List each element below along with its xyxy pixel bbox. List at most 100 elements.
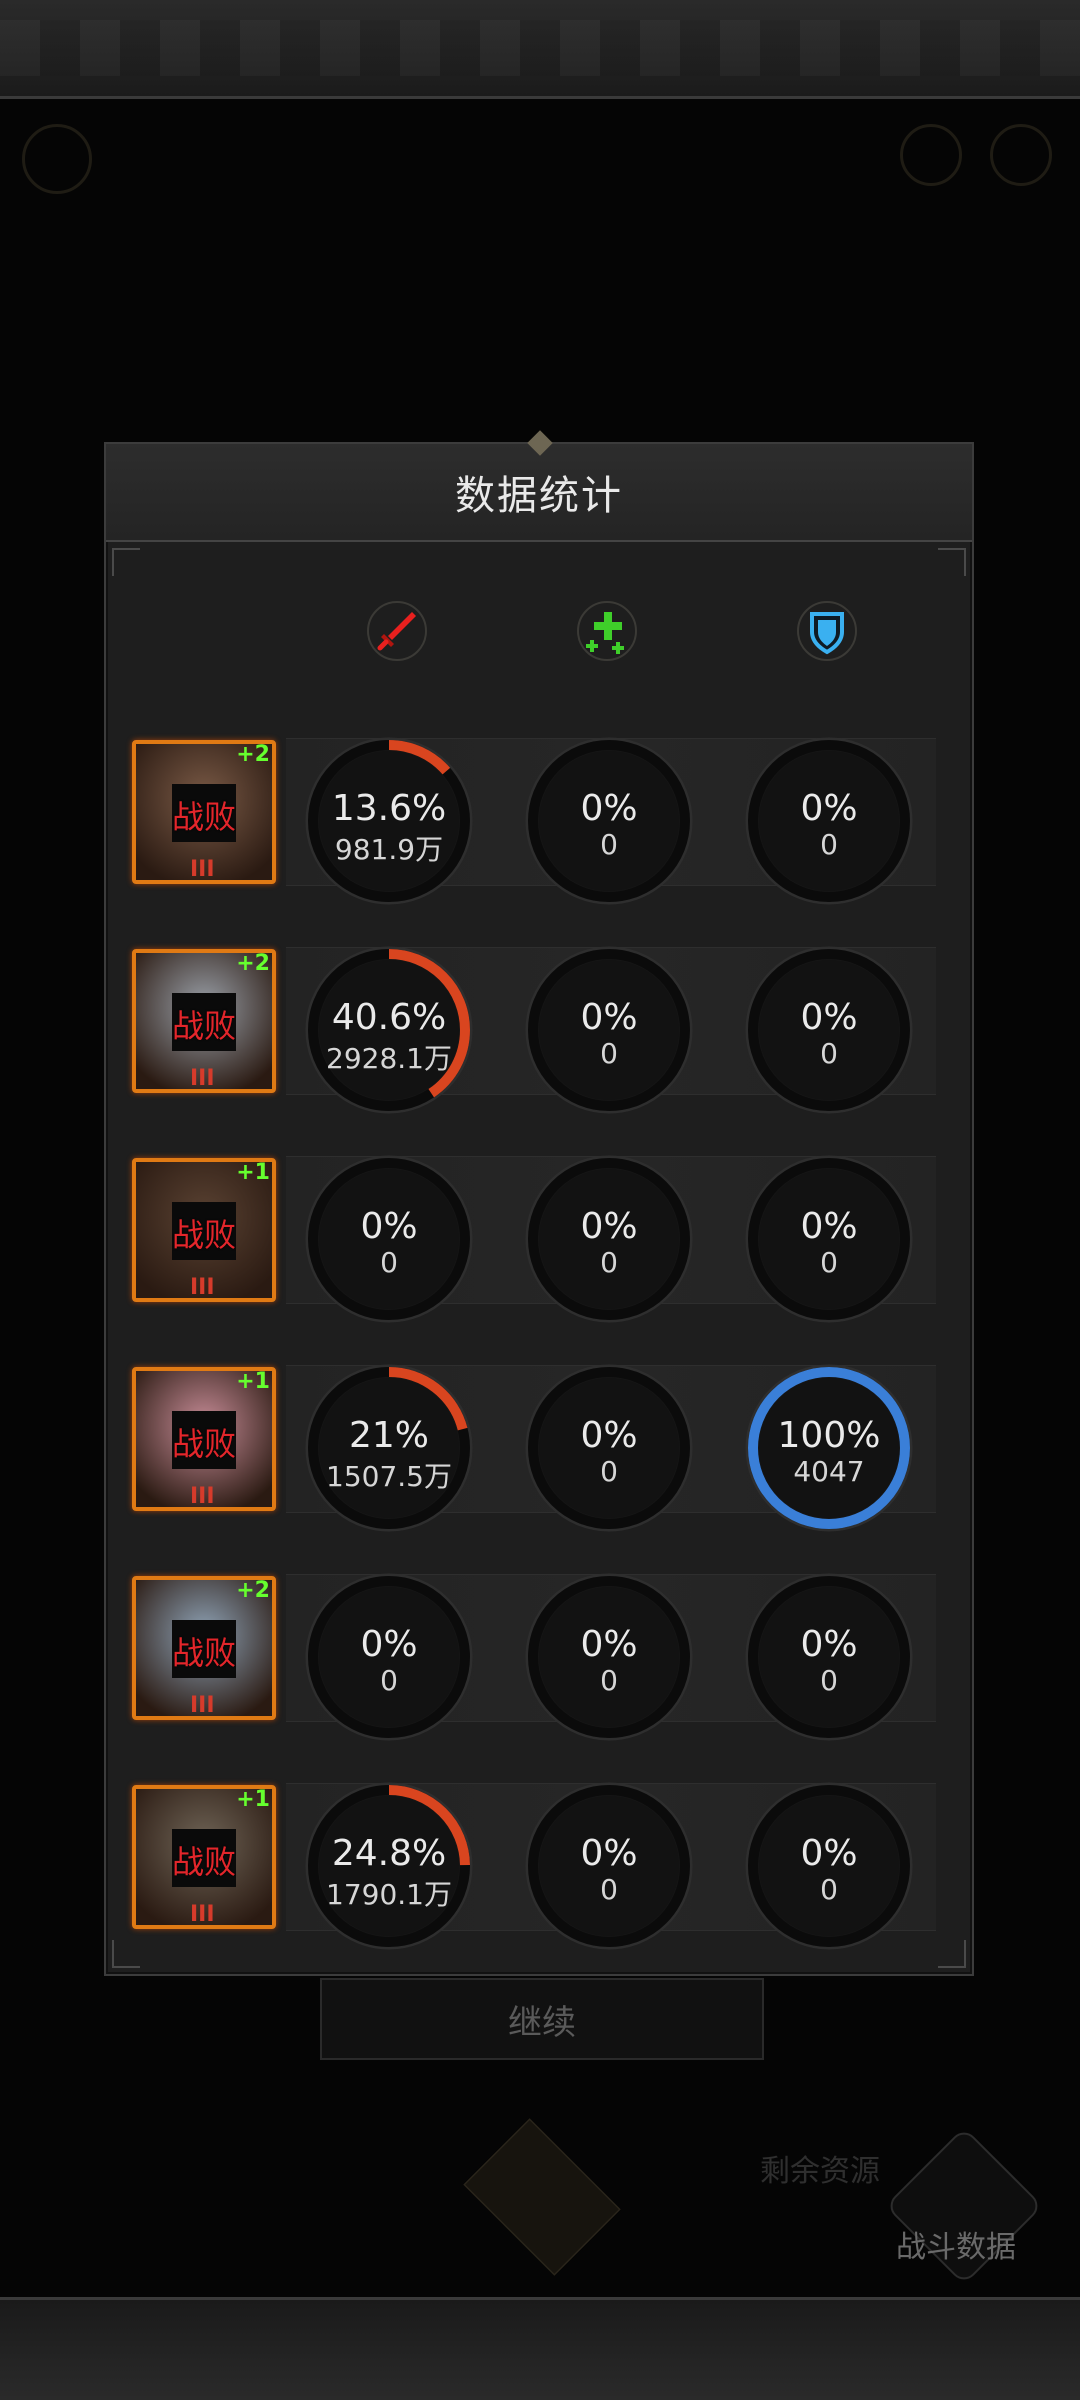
percent-label: 0% [800,788,858,829]
hero-row: 战败 +1 III 0% 0 0% 0 0% 0 [106,1142,972,1332]
remaining-label: 剩余资源 [760,2154,880,2189]
shield-icon [792,596,862,666]
bg-settings-icon [990,124,1052,186]
hero-row: 战败 +2 III 0% 0 0% 0 0% 0 [106,1560,972,1750]
value-label: 0 [380,1664,398,1697]
heal-ring: 0% 0 [524,1363,694,1533]
hero-row: 战败 +2 III 13.6% 981.9万 0% 0 0% 0 [106,724,972,914]
damage-ring: 40.6% 2928.1万 [304,945,474,1115]
damage-ring: 0% 0 [304,1154,474,1324]
value-label: 0 [600,1246,618,1279]
hero-portrait[interactable]: 战败 +2 III [132,1576,276,1720]
hero-portrait[interactable]: 战败 +1 III [132,1367,276,1511]
damage-ring: 13.6% 981.9万 [304,736,474,906]
defeat-label: 战败 [171,1634,236,1672]
value-label: 0 [820,1664,838,1697]
bottom-decorative-bar [0,2297,1080,2400]
value-label: 2928.1万 [326,1042,452,1075]
tier-badge: III [190,1275,215,1300]
percent-label: 0% [580,1624,638,1665]
heal-ring: 0% 0 [524,945,694,1115]
hero-row: 战败 +1 III 21% 1507.5万 0% 0 100% 4047 [106,1351,972,1541]
percent-label: 40.6% [331,997,447,1038]
tier-badge: III [190,1902,215,1927]
value-label: 0 [820,1873,838,1906]
value-label: 0 [600,1664,618,1697]
value-label: 0 [600,1455,618,1488]
value-label: 1790.1万 [326,1878,452,1911]
defeat-label: 战败 [171,1425,236,1463]
defeat-label: 战败 [171,1843,236,1881]
top-decorative-bar [0,0,1080,99]
defeat-label: 战败 [171,1007,236,1045]
damage-ring: 24.8% 1790.1万 [304,1781,474,1951]
continue-button[interactable]: 继续 [320,1978,764,2060]
percent-label: 0% [800,997,858,1038]
value-label: 4047 [793,1455,865,1488]
tank-ring: 0% 0 [744,1154,914,1324]
percent-label: 0% [360,1624,418,1665]
star-level-badge: +1 [236,1787,270,1812]
tier-badge: III [190,1066,215,1091]
value-label: 0 [820,828,838,861]
value-label: 981.9万 [334,833,444,866]
heal-ring: 0% 0 [524,736,694,906]
corner-ornament [112,548,140,576]
percent-label: 0% [800,1624,858,1665]
stats-panel: 数据统计 战败 +2 III 13.6% 981.9万 0% 0 0% 0 战败 +2 III 40.6… [104,430,974,1976]
hero-portrait[interactable]: 战败 +2 III [132,949,276,1093]
tank-ring: 0% 0 [744,945,914,1115]
percent-label: 0% [800,1206,858,1247]
star-level-badge: +1 [236,1369,270,1394]
star-level-badge: +1 [236,1160,270,1185]
bg-emblem [463,2118,621,2276]
header-ornament [527,430,553,456]
sword-icon [362,596,432,666]
panel-header: 数据统计 [106,430,972,542]
damage-ring: 21% 1507.5万 [304,1363,474,1533]
bg-clock-icon [900,124,962,186]
defeat-label: 战败 [171,798,236,836]
hero-row: 战败 +2 III 40.6% 2928.1万 0% 0 0% 0 [106,933,972,1123]
percent-label: 0% [580,1415,638,1456]
defeat-label: 战败 [171,1216,236,1254]
percent-label: 0% [580,1206,638,1247]
hero-portrait[interactable]: 战败 +2 III [132,740,276,884]
heal-ring: 0% 0 [524,1781,694,1951]
value-label: 0 [600,1037,618,1070]
value-label: 0 [380,1246,398,1279]
percent-label: 0% [580,1833,638,1874]
tank-ring: 100% 4047 [744,1363,914,1533]
tier-badge: III [190,1693,215,1718]
percent-label: 0% [580,788,638,829]
damage-ring: 0% 0 [304,1572,474,1742]
bg-menu-icon [22,124,92,194]
value-label: 0 [820,1037,838,1070]
percent-label: 0% [580,997,638,1038]
panel-title: 数据统计 [455,473,623,519]
value-label: 0 [600,1873,618,1906]
battle-data-label[interactable]: 战斗数据 [896,2222,1016,2266]
percent-label: 0% [360,1206,418,1247]
percent-label: 13.6% [331,788,447,829]
percent-label: 100% [777,1415,881,1456]
corner-ornament [938,548,966,576]
hero-row: 战败 +1 III 24.8% 1790.1万 0% 0 0% 0 [106,1769,972,1959]
value-label: 0 [820,1246,838,1279]
value-label: 0 [600,828,618,861]
star-level-badge: +2 [236,742,270,767]
tier-badge: III [190,857,215,882]
heal-ring: 0% 0 [524,1154,694,1324]
tank-ring: 0% 0 [744,736,914,906]
value-label: 1507.5万 [326,1460,452,1493]
heal-ring: 0% 0 [524,1572,694,1742]
tank-ring: 0% 0 [744,1781,914,1951]
star-level-badge: +2 [236,1578,270,1603]
percent-label: 0% [800,1833,858,1874]
hero-portrait[interactable]: 战败 +1 III [132,1158,276,1302]
percent-label: 24.8% [331,1833,447,1874]
tier-badge: III [190,1484,215,1509]
hero-portrait[interactable]: 战败 +1 III [132,1785,276,1929]
heal-cross-icon [572,596,642,666]
percent-label: 21% [348,1415,429,1456]
